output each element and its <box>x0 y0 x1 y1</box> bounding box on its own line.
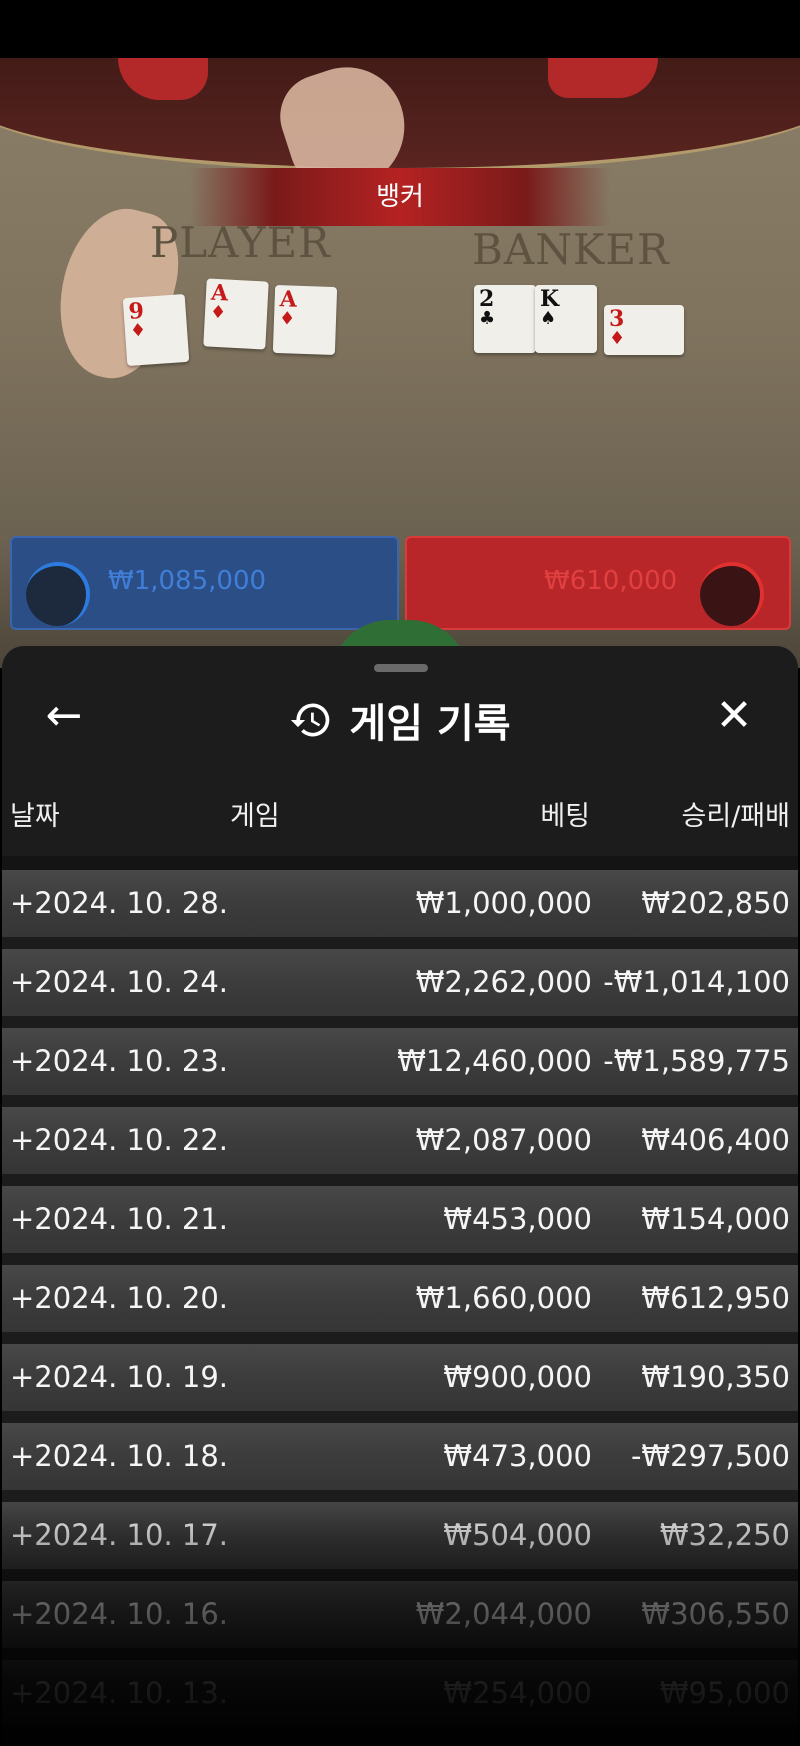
history-row[interactable]: +2024. 10. 19. ₩900,000 ₩190,350 <box>2 1344 798 1411</box>
row-date: +2024. 10. 28. <box>10 886 228 920</box>
row-date: +2024. 10. 22. <box>10 1123 228 1157</box>
history-list: +2024. 10. 28. ₩1,000,000 ₩202,850 +2024… <box>2 870 798 1739</box>
row-win-loss: ₩612,950 <box>641 1281 790 1315</box>
row-date: +2024. 10. 18. <box>10 1439 228 1473</box>
sheet-header: 게임 기록 <box>2 691 798 751</box>
row-bet: ₩473,000 <box>443 1439 592 1473</box>
history-row[interactable]: +2024. 10. 16. ₩2,044,000 ₩306,550 <box>2 1581 798 1648</box>
row-date: +2024. 10. 24. <box>10 965 228 999</box>
row-bet: ₩504,000 <box>443 1518 592 1552</box>
row-bet: ₩12,460,000 <box>397 1044 592 1078</box>
row-bet: ₩2,262,000 <box>415 965 592 999</box>
felt-banker-label: BANKER <box>472 225 670 274</box>
column-header-bet: 베팅 <box>540 801 590 832</box>
banker-card-3: 3 ♦ <box>604 305 684 355</box>
banker-timer-ring-icon <box>700 562 764 626</box>
history-row[interactable]: +2024. 10. 22. ₩2,087,000 ₩406,400 <box>2 1107 798 1174</box>
banker-card-2: K ♠ <box>535 285 597 353</box>
column-header-game: 게임 <box>230 801 280 832</box>
felt-player-label: PLAYER <box>150 218 331 267</box>
row-date: +2024. 10. 13. <box>10 1676 228 1710</box>
row-win-loss: -₩1,014,100 <box>603 965 790 999</box>
history-row[interactable]: +2024. 10. 20. ₩1,660,000 ₩612,950 <box>2 1265 798 1332</box>
row-win-loss: ₩190,350 <box>641 1360 790 1394</box>
row-date: +2024. 10. 17. <box>10 1518 228 1552</box>
history-row[interactable]: +2024. 10. 13. ₩254,000 ₩95,000 <box>2 1660 798 1727</box>
card-suit: ♦ <box>609 328 626 349</box>
row-bet: ₩1,000,000 <box>415 886 592 920</box>
game-history-sheet: ← 게임 기록 ✕ 날짜 게임 베팅 승리/패배 +2024. 10. 28. … <box>2 646 798 1746</box>
card-suit: ♣ <box>479 308 496 329</box>
row-win-loss: ₩406,400 <box>641 1123 790 1157</box>
row-date: +2024. 10. 21. <box>10 1202 228 1236</box>
row-win-loss: ₩154,000 <box>641 1202 790 1236</box>
row-bet: ₩2,044,000 <box>415 1597 592 1631</box>
card-suit: ♠ <box>540 308 557 329</box>
history-clock-icon <box>291 703 330 737</box>
history-row[interactable]: +2024. 10. 21. ₩453,000 ₩154,000 <box>2 1186 798 1253</box>
row-date: +2024. 10. 16. <box>10 1597 228 1631</box>
row-date: +2024. 10. 23. <box>10 1044 228 1078</box>
player-card-3: A ♦ <box>272 284 338 356</box>
player-bet-total: ₩1,085,000 <box>108 566 267 596</box>
row-win-loss: ₩202,850 <box>641 886 790 920</box>
card-suit: ♦ <box>278 308 296 330</box>
history-row[interactable]: +2024. 10. 18. ₩473,000 -₩297,500 <box>2 1423 798 1490</box>
row-bet: ₩2,087,000 <box>415 1123 592 1157</box>
banker-card-1: 2 ♣ <box>474 285 536 353</box>
banker-bet-total: ₩610,000 <box>544 566 678 596</box>
row-win-loss: ₩95,000 <box>659 1676 790 1710</box>
row-bet: ₩1,660,000 <box>415 1281 592 1315</box>
row-bet: ₩900,000 <box>443 1360 592 1394</box>
history-row[interactable]: +2024. 10. 23. ₩12,460,000 -₩1,589,775 <box>2 1028 798 1095</box>
history-row[interactable]: +2024. 10. 28. ₩1,000,000 ₩202,850 <box>2 870 798 937</box>
history-row[interactable]: +2024. 10. 24. ₩2,262,000 -₩1,014,100 <box>2 949 798 1016</box>
sheet-drag-handle[interactable] <box>374 664 428 672</box>
status-bar <box>0 0 800 58</box>
card-suit: ♦ <box>129 319 147 342</box>
player-timer-ring-icon <box>26 562 90 626</box>
close-button[interactable]: ✕ <box>704 694 764 754</box>
row-win-loss: -₩1,589,775 <box>603 1044 790 1078</box>
row-bet: ₩254,000 <box>443 1676 592 1710</box>
row-date: +2024. 10. 19. <box>10 1360 228 1394</box>
column-header-win-loss: 승리/패배 <box>681 801 790 832</box>
row-win-loss: ₩306,550 <box>641 1597 790 1631</box>
row-bet: ₩453,000 <box>443 1202 592 1236</box>
header-divider <box>2 856 798 870</box>
close-icon: ✕ <box>715 690 753 741</box>
player-card-2: A ♦ <box>203 278 269 350</box>
row-win-loss: -₩297,500 <box>630 1439 790 1473</box>
card-suit: ♦ <box>209 301 227 324</box>
history-row[interactable]: +2024. 10. 17. ₩504,000 ₩32,250 <box>2 1502 798 1569</box>
column-header-date: 날짜 <box>10 801 60 832</box>
player-card-1: 9 ♦ <box>122 293 190 367</box>
row-win-loss: ₩32,250 <box>659 1518 790 1552</box>
page-title: 게임 기록 <box>349 701 511 747</box>
row-date: +2024. 10. 20. <box>10 1281 228 1315</box>
